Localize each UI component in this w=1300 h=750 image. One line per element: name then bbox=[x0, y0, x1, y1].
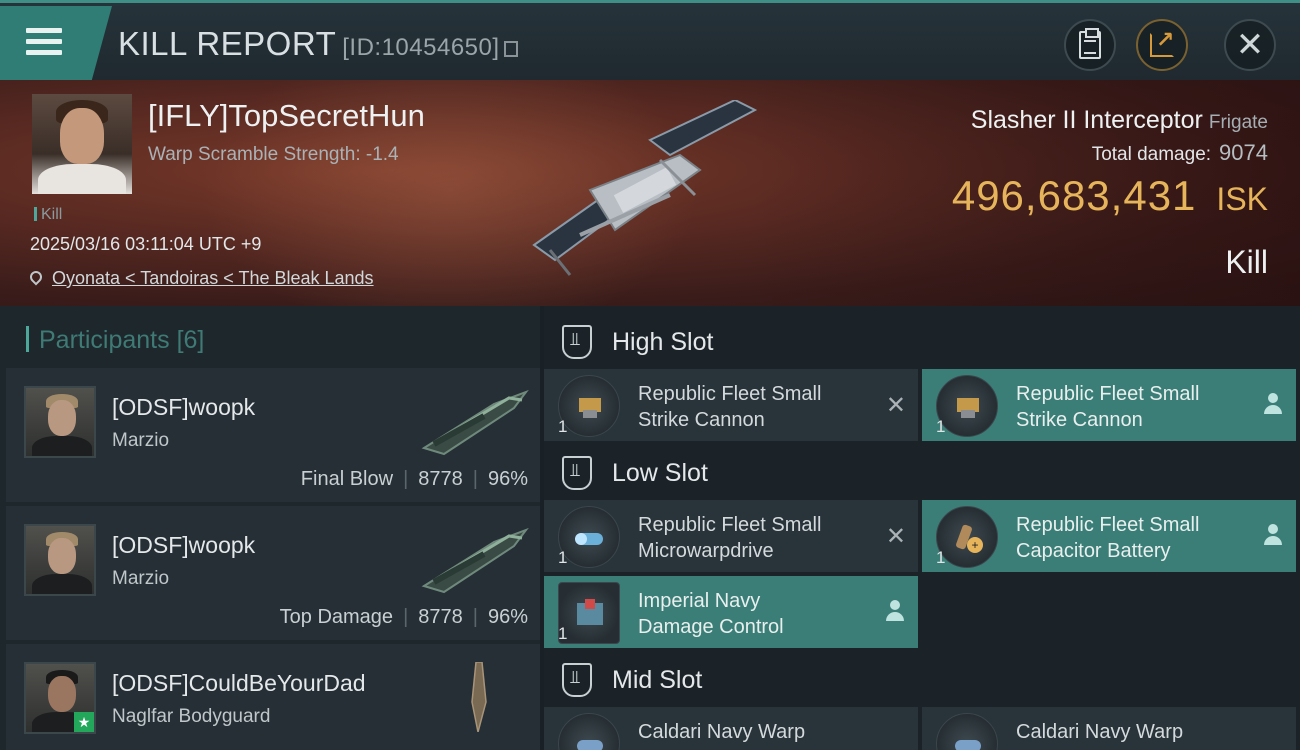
mid-slot-header: Mid Slot bbox=[544, 650, 1300, 710]
pilot-icon bbox=[1264, 524, 1282, 546]
victim-portrait[interactable] bbox=[32, 94, 132, 194]
isk-amount: 496,683,431 bbox=[951, 172, 1197, 219]
avatar[interactable] bbox=[24, 524, 96, 596]
high-slot-label: High Slot bbox=[612, 327, 714, 356]
page-title: KILL REPORT [ID:10454650] bbox=[118, 25, 518, 63]
participant-name: [ODSF]woopk bbox=[112, 394, 256, 420]
location-link[interactable]: Oyonata < Tandoiras < The Bleak Lands bbox=[52, 268, 374, 288]
participants-panel: Participants [6] [ODSF]woopk Marzio Fina… bbox=[0, 306, 540, 750]
total-damage-label: Total damage: bbox=[1091, 144, 1212, 165]
victim-name[interactable]: [IFLY]TopSecretHun bbox=[148, 98, 425, 134]
item-qty: 1 bbox=[558, 417, 568, 436]
item-name: Imperial Navy Damage Control bbox=[638, 590, 784, 638]
participants-header: Participants [6] bbox=[26, 326, 204, 355]
low-slot-header: Low Slot bbox=[544, 443, 1300, 503]
participant-ship-image bbox=[421, 389, 529, 456]
item-name: Republic Fleet Small Capacitor Battery bbox=[1016, 514, 1200, 562]
participant-name: [ODSF]woopk bbox=[112, 532, 256, 558]
kill-tag-label: Kill bbox=[41, 206, 63, 223]
ship-class: Frigate bbox=[1208, 112, 1268, 133]
participants-label: Participants bbox=[39, 326, 170, 354]
kill-result: Kill bbox=[1225, 244, 1268, 280]
fitting-item[interactable]: Caldari Navy Warp bbox=[922, 707, 1296, 750]
participant-stats: Top Damage | 8778 | 96% bbox=[279, 606, 528, 628]
mid-slot-label: Mid Slot bbox=[612, 665, 703, 694]
pilot-icon bbox=[1264, 393, 1282, 415]
item-qty: 1 bbox=[936, 417, 946, 436]
participant-percent: 96% bbox=[487, 606, 528, 628]
mid-slot-icon bbox=[562, 663, 592, 697]
high-slot-icon bbox=[562, 325, 592, 359]
share-button[interactable] bbox=[1136, 19, 1188, 71]
fitting-item[interactable]: 1 Republic Fleet Small Strike Cannon bbox=[922, 369, 1296, 441]
destroyed-icon: ✕ bbox=[885, 523, 906, 550]
high-slot-header: High Slot bbox=[544, 312, 1300, 372]
warp-disruptor-icon bbox=[558, 713, 620, 750]
participant-damage: 8778 bbox=[418, 606, 463, 628]
participant-ship-image bbox=[471, 662, 487, 732]
participant-stats: Final Blow | 8778 | 96% bbox=[300, 468, 528, 490]
isk-unit: ISK bbox=[1216, 181, 1268, 217]
low-slot-label: Low Slot bbox=[612, 458, 708, 487]
participants-count: [6] bbox=[176, 326, 205, 354]
kill-tag: Kill bbox=[34, 206, 62, 224]
fitting-item[interactable]: + 1 Republic Fleet Small Capacitor Batter… bbox=[922, 500, 1296, 572]
item-qty: 1 bbox=[936, 548, 946, 567]
victim-panel: [IFLY]TopSecretHun Warp Scramble Strengt… bbox=[0, 80, 1300, 306]
item-name: Caldari Navy Warp bbox=[638, 721, 806, 743]
item-name: Republic Fleet Small Microwarpdrive bbox=[638, 514, 822, 562]
participant-ship-image bbox=[421, 527, 529, 594]
share-icon bbox=[1150, 27, 1174, 57]
kill-location[interactable]: Oyonata < Tandoiras < The Bleak Lands bbox=[27, 268, 374, 289]
participant-row[interactable]: [ODSF]woopk Marzio Final Blow | 8778 | 96% bbox=[6, 368, 540, 502]
victim-ship-image bbox=[532, 100, 758, 276]
participant-ship: Marzio bbox=[112, 568, 170, 589]
report-id: [ID:10454650] bbox=[342, 34, 500, 61]
hamburger-icon bbox=[26, 28, 62, 56]
avatar[interactable] bbox=[24, 386, 96, 458]
participant-percent: 96% bbox=[487, 468, 528, 490]
participant-damage: 8778 bbox=[418, 468, 463, 490]
pilot-icon bbox=[886, 600, 904, 622]
clipboard-button[interactable] bbox=[1064, 19, 1116, 71]
isk-value: 496,683,431 ISK bbox=[952, 172, 1268, 220]
copy-icon[interactable] bbox=[503, 41, 518, 57]
close-icon: ✕ bbox=[1235, 26, 1265, 64]
fitting-item[interactable]: 1 Republic Fleet Small Strike Cannon ✕ bbox=[544, 369, 918, 441]
destroyed-icon: ✕ bbox=[885, 392, 906, 419]
svg-text:+: + bbox=[971, 538, 978, 552]
item-qty: 1 bbox=[558, 548, 568, 567]
menu-button[interactable] bbox=[0, 6, 112, 80]
ship-name-text: Slasher II Interceptor bbox=[970, 106, 1203, 134]
fitting-item[interactable]: 1 Republic Fleet Small Microwarpdrive ✕ bbox=[544, 500, 918, 572]
participant-row[interactable]: [ODSF]woopk Marzio Top Damage | 8778 | 96% bbox=[6, 506, 540, 640]
participant-name: [ODSF]CouldBeYourDad bbox=[112, 670, 366, 696]
warp-scramble-strength: Warp Scramble Strength: -1.4 bbox=[148, 144, 399, 165]
fitting-item[interactable]: 1 Imperial Navy Damage Control bbox=[544, 576, 918, 648]
participant-ship: Marzio bbox=[112, 430, 170, 451]
kill-datetime: 2025/03/16 03:11:04 UTC +9 bbox=[30, 234, 262, 254]
close-button[interactable]: ✕ bbox=[1224, 19, 1276, 71]
total-damage: Total damage: 9074 bbox=[1092, 140, 1268, 166]
item-name: Republic Fleet Small Strike Cannon bbox=[1016, 383, 1200, 431]
total-damage-value: 9074 bbox=[1219, 140, 1268, 165]
clipboard-icon bbox=[1079, 28, 1101, 59]
participant-role: Final Blow bbox=[300, 468, 394, 490]
participant-row[interactable]: ★ [ODSF]CouldBeYourDad Naglfar Bodyguard bbox=[6, 644, 540, 750]
participant-role: Top Damage bbox=[279, 606, 394, 628]
item-qty: 1 bbox=[558, 624, 568, 643]
victim-ship-name[interactable]: Slasher II Interceptor Frigate bbox=[971, 106, 1268, 135]
location-pin-icon bbox=[27, 268, 45, 286]
top-bar: KILL REPORT[ID:10454650] ✕ bbox=[0, 0, 1300, 80]
item-name: Republic Fleet Small Strike Cannon bbox=[638, 383, 822, 431]
fitting-item[interactable]: Caldari Navy Warp bbox=[544, 707, 918, 750]
page-title-text: KILL REPORT bbox=[118, 25, 337, 62]
warp-disruptor-icon bbox=[936, 713, 998, 750]
star-icon: ★ bbox=[74, 712, 94, 732]
low-slot-icon bbox=[562, 456, 592, 490]
participant-ship: Naglfar Bodyguard bbox=[112, 706, 271, 727]
fitting-panel: High Slot 1 Republic Fleet SmallStrike C… bbox=[544, 306, 1300, 750]
avatar[interactable]: ★ bbox=[24, 662, 96, 734]
item-name: Caldari Navy Warp bbox=[1016, 721, 1184, 743]
